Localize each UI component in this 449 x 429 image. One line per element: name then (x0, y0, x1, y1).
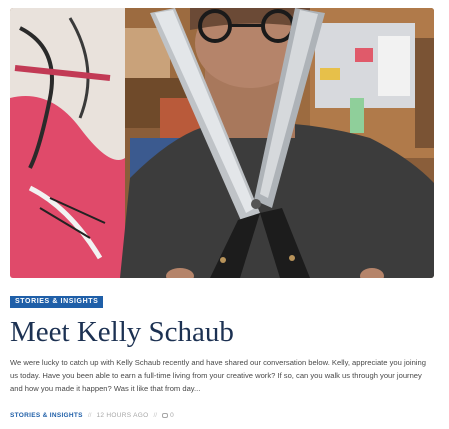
comment-bubble-icon (162, 413, 169, 418)
post-excerpt: We were lucky to catch up with Kelly Sch… (10, 358, 426, 393)
featured-image[interactable] (10, 8, 434, 278)
featured-photo (10, 8, 434, 278)
meta-category-link[interactable]: STORIES & INSIGHTS (10, 412, 83, 419)
post-title[interactable]: Meet Kelly Schaub (10, 314, 234, 350)
post-meta: STORIES & INSIGHTS // 12 HOURS AGO // 0 (10, 412, 174, 419)
comments-link[interactable]: 0 (162, 412, 174, 419)
post-card: STORIES & INSIGHTS Meet Kelly Schaub We … (10, 8, 435, 419)
category-badge[interactable]: STORIES & INSIGHTS (10, 296, 104, 308)
post-timestamp: 12 HOURS AGO (96, 412, 149, 419)
meta-separator: // (87, 412, 92, 419)
comments-count: 0 (170, 412, 174, 419)
meta-separator: // (153, 412, 158, 419)
